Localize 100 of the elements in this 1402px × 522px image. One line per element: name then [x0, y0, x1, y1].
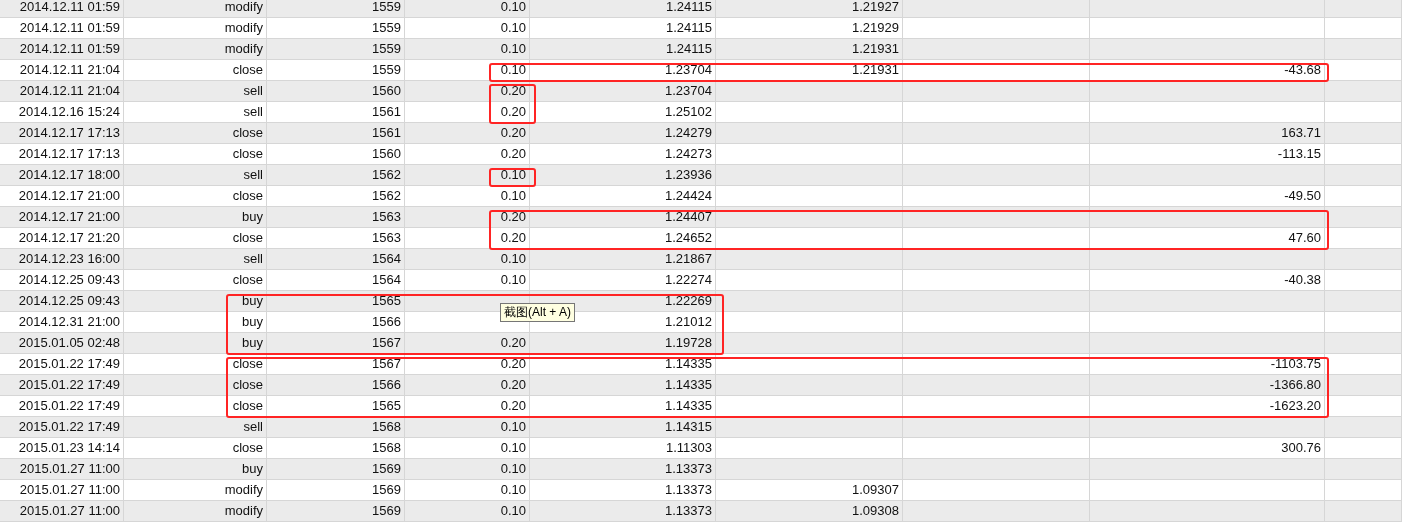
- table-cell: 1.09307: [716, 480, 903, 501]
- table-cell: 0.10: [405, 270, 530, 291]
- table-cell: 2014.12.23 16:00: [0, 249, 124, 270]
- table-cell: 0.10: [405, 165, 530, 186]
- table-cell: 1561: [267, 102, 405, 123]
- highlight-frame: [489, 168, 536, 187]
- table-cell: modify: [124, 0, 267, 18]
- table-cell: 1568: [267, 438, 405, 459]
- table-cell: 1.24407: [530, 207, 716, 228]
- table-cell: 1.21867: [530, 249, 716, 270]
- table-cell: 0.20: [405, 375, 530, 396]
- table-cell: 2015.01.27 11:00: [0, 480, 124, 501]
- table-cell: 1.24424: [530, 186, 716, 207]
- table-cell: sell: [124, 81, 267, 102]
- table-cell: buy: [124, 291, 267, 312]
- table-cell: 1.24273: [530, 144, 716, 165]
- table-cell: 2014.12.17 17:13: [0, 144, 124, 165]
- table-cell: 1566: [267, 375, 405, 396]
- table-cell: close: [124, 144, 267, 165]
- table-cell: 0.10: [405, 0, 530, 18]
- table-cell: 1563: [267, 207, 405, 228]
- table-cell: modify: [124, 480, 267, 501]
- table-cell: 2014.12.16 15:24: [0, 102, 124, 123]
- table-cell: 1.14315: [530, 417, 716, 438]
- table-cell: 2015.01.22 17:49: [0, 396, 124, 417]
- table-cell: 1559: [267, 60, 405, 81]
- table-cell: close: [124, 228, 267, 249]
- table-cell: modify: [124, 501, 267, 522]
- table-cell: 1560: [267, 81, 405, 102]
- table-cell: 2014.12.25 09:43: [0, 270, 124, 291]
- table-cell: 2014.12.11 01:59: [0, 39, 124, 60]
- tooltip: 截图(Alt + A): [500, 303, 575, 322]
- table-cell: 0.20: [405, 102, 530, 123]
- table-cell: 1566: [267, 312, 405, 333]
- table-cell: 2015.01.05 02:48: [0, 333, 124, 354]
- table-cell: 0.20: [405, 81, 530, 102]
- table-cell: 0.20: [405, 207, 530, 228]
- table-cell: close: [124, 396, 267, 417]
- table-cell: 1.21931: [716, 39, 903, 60]
- table-cell: 1569: [267, 501, 405, 522]
- table-cell: -113.15: [1090, 144, 1325, 165]
- table-cell: 1569: [267, 480, 405, 501]
- table-cell: 2014.12.11 21:04: [0, 60, 124, 81]
- table-cell: 1.13373: [530, 459, 716, 480]
- table-cell: 0.20: [405, 144, 530, 165]
- table-cell: 0.10: [405, 417, 530, 438]
- table-cell: -40.38: [1090, 270, 1325, 291]
- table-cell: 1569: [267, 459, 405, 480]
- table-cell: 1559: [267, 0, 405, 18]
- table-cell: 1.24115: [530, 18, 716, 39]
- table-cell: 1.23936: [530, 165, 716, 186]
- table-cell: 2014.12.25 09:43: [0, 291, 124, 312]
- table-cell: 1562: [267, 186, 405, 207]
- table-cell: 2014.12.17 21:00: [0, 207, 124, 228]
- table-cell: buy: [124, 207, 267, 228]
- table-cell: buy: [124, 459, 267, 480]
- table-cell: 1.24115: [530, 39, 716, 60]
- table-cell: 0.10: [405, 186, 530, 207]
- table-cell: 1567: [267, 333, 405, 354]
- table-cell: close: [124, 123, 267, 144]
- table-cell: 0.10: [405, 18, 530, 39]
- table-cell: 1.19728: [530, 333, 716, 354]
- table-cell: sell: [124, 165, 267, 186]
- table-cell: 0.20: [405, 333, 530, 354]
- table-cell: 1.13373: [530, 501, 716, 522]
- table-cell: close: [124, 375, 267, 396]
- table-cell: 2015.01.23 14:14: [0, 438, 124, 459]
- table-cell: sell: [124, 417, 267, 438]
- table-cell: 2014.12.17 18:00: [0, 165, 124, 186]
- table-cell: 0.10: [405, 501, 530, 522]
- table-cell: 163.71: [1090, 123, 1325, 144]
- table-cell: 2015.01.27 11:00: [0, 459, 124, 480]
- table-cell: 1563: [267, 228, 405, 249]
- table-cell: 1564: [267, 249, 405, 270]
- table-cell: 2014.12.11 01:59: [0, 0, 124, 18]
- table-cell: sell: [124, 249, 267, 270]
- table-cell: 0.10: [405, 60, 530, 81]
- table-cell: 0.10: [405, 39, 530, 60]
- table-cell: 1561: [267, 123, 405, 144]
- table-cell: buy: [124, 312, 267, 333]
- table-cell: 1.11303: [530, 438, 716, 459]
- table-cell: 2014.12.31 21:00: [0, 312, 124, 333]
- table-cell: close: [124, 438, 267, 459]
- table-cell: 1562: [267, 165, 405, 186]
- table-cell: 2014.12.17 17:13: [0, 123, 124, 144]
- table-cell: 1.13373: [530, 480, 716, 501]
- table-cell: 1565: [267, 291, 405, 312]
- table-cell: 2015.01.27 11:00: [0, 501, 124, 522]
- table-cell: 1.14335: [530, 375, 716, 396]
- table-cell: 300.76: [1090, 438, 1325, 459]
- table-cell: 2015.01.22 17:49: [0, 354, 124, 375]
- highlight-frame: [489, 84, 536, 124]
- table-cell: -1366.80: [1090, 375, 1325, 396]
- table-cell: 0.10: [405, 438, 530, 459]
- table-cell: 1559: [267, 18, 405, 39]
- table-cell: 2014.12.17 21:20: [0, 228, 124, 249]
- table-cell: 1559: [267, 39, 405, 60]
- table-cell: 1564: [267, 270, 405, 291]
- table-cell: 2015.01.22 17:49: [0, 375, 124, 396]
- table-cell: 2014.12.17 21:00: [0, 186, 124, 207]
